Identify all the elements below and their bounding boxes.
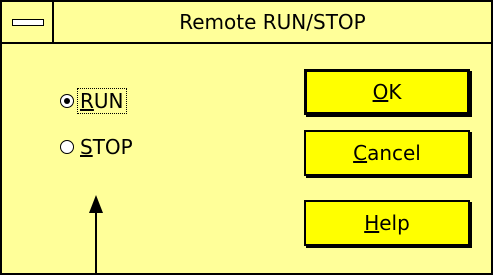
system-menu-icon xyxy=(12,19,44,26)
radio-run-label[interactable]: RUN xyxy=(77,88,127,114)
remote-run-stop-dialog: Remote RUN/STOP RUN STOP OK Cancel Help xyxy=(0,0,493,275)
annotation-arrow-icon xyxy=(89,195,103,275)
ok-accelerator: O xyxy=(372,80,389,104)
help-label-rest: elp xyxy=(379,211,410,235)
help-accelerator: H xyxy=(364,211,380,235)
radio-stop-label-rest: TOP xyxy=(92,135,133,159)
title-bar: Remote RUN/STOP xyxy=(2,2,491,44)
cancel-accelerator: C xyxy=(353,141,368,165)
radio-stop[interactable]: STOP xyxy=(60,132,135,162)
radio-run-label-rest: UN xyxy=(93,89,124,113)
radio-run-indicator[interactable] xyxy=(60,94,74,108)
cancel-button[interactable]: Cancel xyxy=(304,130,470,176)
radio-stop-indicator[interactable] xyxy=(60,140,74,154)
help-button[interactable]: Help xyxy=(304,200,470,246)
ok-label-rest: K xyxy=(388,80,402,104)
dialog-title: Remote RUN/STOP xyxy=(179,10,366,34)
radio-stop-label[interactable]: STOP xyxy=(78,135,135,159)
radio-stop-accelerator: S xyxy=(80,135,93,159)
radio-run-accelerator: R xyxy=(80,89,94,113)
system-menu-button[interactable] xyxy=(2,2,54,42)
radio-run[interactable]: RUN xyxy=(60,86,127,116)
ok-button[interactable]: OK xyxy=(304,69,470,115)
cancel-label-rest: ancel xyxy=(367,141,421,165)
